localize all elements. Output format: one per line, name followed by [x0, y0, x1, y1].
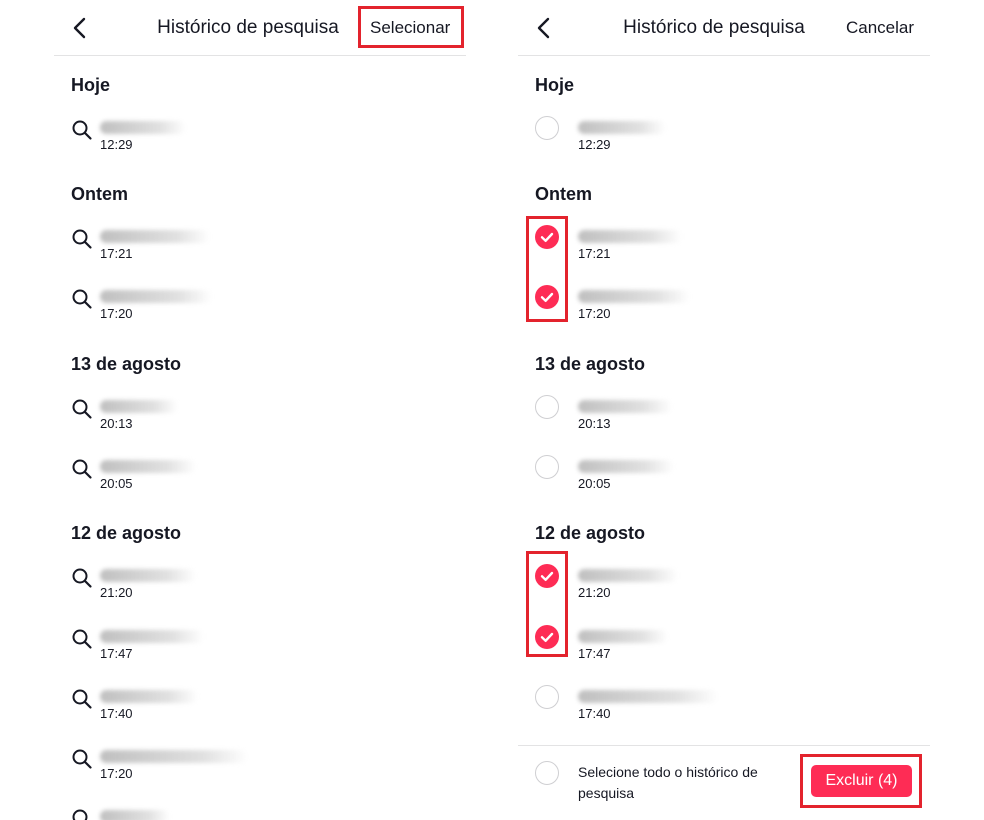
blurred-query	[100, 810, 170, 820]
check-icon	[540, 292, 554, 302]
search-icon	[70, 287, 94, 311]
item-radio[interactable]	[535, 395, 559, 419]
blurred-query	[578, 460, 674, 473]
search-icon	[70, 118, 94, 142]
select-all-radio[interactable]	[535, 761, 559, 785]
item-time: 20:05	[100, 476, 133, 491]
search-icon	[70, 457, 94, 481]
blurred-query	[578, 400, 672, 413]
check-icon	[540, 571, 554, 581]
blurred-query	[100, 230, 210, 243]
item-time: 21:20	[100, 585, 133, 600]
search-icon	[70, 807, 94, 820]
section-heading-today: Hoje	[71, 75, 111, 95]
blurred-query	[578, 569, 678, 582]
item-time: 20:05	[578, 476, 611, 491]
check-icon	[540, 632, 554, 642]
blurred-query	[100, 400, 178, 413]
history-item[interactable]: 17:47	[54, 626, 466, 676]
select-all-label: Selecione todo o histórico de pesquisa	[578, 764, 758, 801]
section-heading-yesterday: Ontem	[71, 184, 129, 204]
blurred-query	[578, 690, 718, 703]
history-item[interactable]: 17:40	[54, 686, 466, 736]
item-time: 21:20	[578, 585, 611, 600]
item-time: 20:13	[578, 416, 611, 431]
item-radio-checked[interactable]	[535, 564, 559, 588]
history-item[interactable]: 17:47	[518, 625, 930, 676]
blurred-query	[100, 460, 196, 473]
blurred-query	[578, 630, 668, 643]
cancel-button[interactable]: Cancelar	[846, 17, 914, 39]
section-heading-12-aug: 12 de agosto	[535, 523, 646, 543]
search-icon	[70, 687, 94, 711]
item-time: 17:40	[578, 706, 611, 721]
section-heading-13-aug: 13 de agosto	[535, 354, 646, 374]
header: Histórico de pesquisa Cancelar	[518, 0, 930, 56]
item-time: 17:21	[578, 246, 611, 261]
history-item[interactable]: 21:20	[518, 564, 930, 615]
item-time: 17:21	[100, 246, 133, 261]
history-item[interactable]: 20:13	[54, 396, 466, 446]
history-item[interactable]: 17:40	[518, 685, 930, 736]
history-item[interactable]: 17:20	[54, 746, 466, 796]
delete-button[interactable]: Excluir (4)	[811, 765, 912, 797]
item-radio-checked[interactable]	[535, 625, 559, 649]
item-time: 17:47	[578, 646, 611, 661]
header: Histórico de pesquisa Selecionar	[54, 0, 466, 56]
item-radio-checked[interactable]	[535, 225, 559, 249]
search-history-panel-selecting: Histórico de pesquisa Cancelar Hoje 12:2…	[518, 0, 930, 820]
history-item[interactable]: 12:29	[54, 117, 466, 167]
blurred-query	[578, 230, 682, 243]
item-radio[interactable]	[535, 116, 559, 140]
section-heading-today: Hoje	[535, 75, 575, 95]
search-history-panel-default: Histórico de pesquisa Selecionar Hoje 12…	[54, 0, 466, 820]
search-icon	[70, 747, 94, 771]
item-radio[interactable]	[535, 685, 559, 709]
blurred-query	[100, 569, 196, 582]
blurred-query	[100, 121, 186, 134]
item-time: 17:47	[100, 646, 133, 661]
blurred-query	[100, 290, 212, 303]
item-radio-checked[interactable]	[535, 285, 559, 309]
blurred-query	[578, 290, 690, 303]
item-time: 12:29	[100, 137, 133, 152]
history-item[interactable]: 17:21	[518, 225, 930, 276]
selection-footer: Selecione todo o histórico de pesquisa E…	[518, 745, 930, 820]
item-time: 17:40	[100, 706, 133, 721]
blurred-query	[100, 630, 204, 643]
history-item[interactable]: 12:29	[518, 116, 930, 167]
item-time: 20:13	[100, 416, 133, 431]
history-item[interactable]: 17:20	[518, 285, 930, 336]
select-button[interactable]: Selecionar	[370, 17, 450, 39]
check-icon	[540, 232, 554, 242]
item-time: 17:20	[100, 306, 133, 321]
history-item[interactable]: 21:20	[54, 565, 466, 615]
search-icon	[70, 397, 94, 421]
item-time: 12:29	[578, 137, 611, 152]
blurred-query	[100, 690, 198, 703]
section-heading-12-aug: 12 de agosto	[71, 523, 182, 543]
history-item[interactable]: 17:21	[54, 226, 466, 276]
history-item[interactable]: 20:05	[54, 456, 466, 506]
item-time: 17:20	[100, 766, 133, 781]
section-heading-13-aug: 13 de agosto	[71, 354, 182, 374]
history-item[interactable]: 20:13	[518, 395, 930, 446]
history-item[interactable]: 17:20	[54, 286, 466, 336]
blurred-query	[100, 750, 248, 763]
item-time: 17:20	[578, 306, 611, 321]
blurred-query	[578, 121, 666, 134]
history-item[interactable]: 20:05	[518, 455, 930, 506]
item-radio[interactable]	[535, 455, 559, 479]
search-icon	[70, 566, 94, 590]
section-heading-yesterday: Ontem	[535, 184, 593, 204]
search-icon	[70, 627, 94, 651]
history-item-partial[interactable]	[54, 806, 466, 820]
search-icon	[70, 227, 94, 251]
